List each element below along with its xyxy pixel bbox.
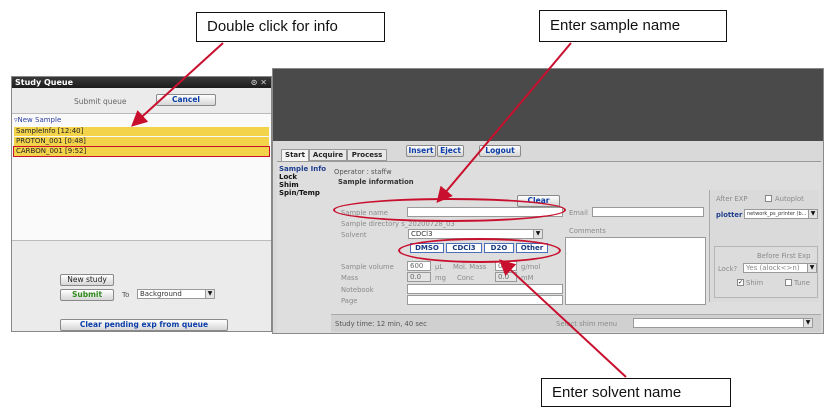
arrow-to-sample-name [436,42,572,204]
arrow-to-sampleinfo [131,42,224,127]
annotation-arrows [131,42,627,378]
arrow-to-solvent [499,259,627,378]
